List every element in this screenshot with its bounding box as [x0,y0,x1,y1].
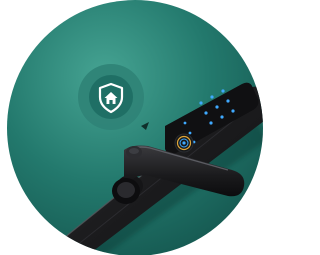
key-cylinder [112,178,140,204]
scene-canvas [7,0,263,255]
product-scene [0,0,267,255]
fingerprint-sensor [174,133,194,153]
